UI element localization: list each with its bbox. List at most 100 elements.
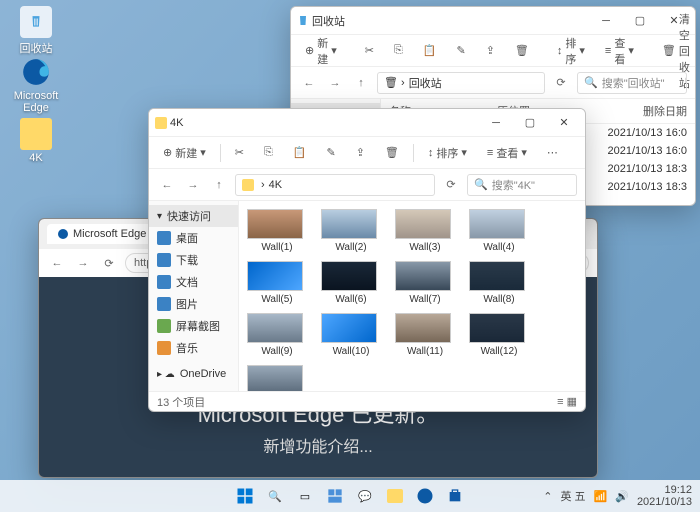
statusbar: 13 个项目 ≡ ▦ [149,391,585,411]
refresh-icon[interactable]: ⟳ [99,253,119,273]
paste-icon[interactable]: 📋 [287,143,313,162]
edge-tab-label: Microsoft Edge [73,228,146,240]
thumbnail-image [395,313,451,343]
thumbnail[interactable]: Wall(13) [247,365,307,391]
forward-icon[interactable]: → [325,73,345,93]
clock[interactable]: 19:12 2021/10/13 [637,484,692,508]
desktop-icon-label: Microsoft Edge [14,90,59,114]
thumbnail[interactable]: Wall(4) [469,209,529,253]
titlebar[interactable]: 4K ─ ▢ ✕ [149,109,585,137]
rename-icon[interactable]: ✎ [320,143,341,162]
refresh-icon[interactable]: ⟳ [441,175,461,195]
sidebar-quick[interactable]: ▾ 快速访问 [149,205,238,227]
up-icon[interactable]: ↑ [351,73,371,93]
thumbnail-image [321,313,377,343]
sidebar-item[interactable]: 图片 [149,293,238,315]
thumbnail[interactable]: Wall(8) [469,261,529,305]
desktop-icon-edge[interactable]: Microsoft Edge [6,56,66,114]
thumbnail[interactable]: Wall(3) [395,209,455,253]
view-button[interactable]: ≡ 查看 ▾ [481,142,533,164]
new-button[interactable]: ⊕ 新建 ▾ [157,142,212,164]
breadcrumb[interactable]: 🗑 › 回收站 [377,72,545,94]
sidebar-onedrive[interactable]: ▸ ☁ OneDrive [149,365,238,383]
sidebar-item[interactable]: 音乐 [149,337,238,359]
sidebar-item[interactable]: 屏幕截图 [149,315,238,337]
up-icon[interactable]: ↑ [209,175,229,195]
taskview-icon[interactable]: ▭ [292,483,318,509]
ime-indicator[interactable]: 英 五 [560,488,585,504]
more-button[interactable]: ⋯ [541,143,564,162]
copy-icon[interactable]: ⎘ [388,41,409,60]
sort-button[interactable]: ↕ 排序 ▾ [551,32,591,70]
forward-icon[interactable]: → [73,253,93,273]
thumbnail[interactable]: Wall(9) [247,313,307,357]
share-icon[interactable]: ⇪ [480,41,501,60]
edge-icon[interactable] [412,483,438,509]
search-icon[interactable]: 🔍 [262,483,288,509]
clock-time: 19:12 [637,484,692,496]
new-button[interactable]: ⊕ 新建 ▾ [299,32,343,70]
thumbnail[interactable]: Wall(2) [321,209,381,253]
thumbnail-label: Wall(2) [321,242,381,253]
thumbnail[interactable]: Wall(7) [395,261,455,305]
addressbar: ← → ↑ 🗑 › 回收站 ⟳ 🔍 搜索"回收站" [291,67,695,99]
minimize-button[interactable]: ─ [591,9,621,33]
desktop-icon-recycle[interactable]: 回收站 [6,6,66,56]
search-input[interactable]: 🔍 搜索"4K" [467,174,577,196]
forward-icon[interactable]: → [183,175,203,195]
thumbnail[interactable]: Wall(10) [321,313,381,357]
desktop-icon-4k[interactable]: 4K [6,118,66,164]
minimize-button[interactable]: ─ [481,111,511,135]
refresh-icon[interactable]: ⟳ [551,73,571,93]
delete-icon[interactable]: 🗑 [509,41,535,60]
delete-icon[interactable]: 🗑 [379,143,405,162]
taskbar-center: 🔍 ▭ 💬 [232,483,468,509]
sidebar-item[interactable]: 下载 [149,249,238,271]
volume-icon[interactable]: 🔊 [615,490,629,503]
breadcrumb[interactable]: › 4K [235,174,435,196]
start-button[interactable] [232,483,258,509]
chat-icon[interactable]: 💬 [352,483,378,509]
explorer-icon[interactable] [382,483,408,509]
maximize-button[interactable]: ▢ [515,111,545,135]
thumbnail[interactable]: Wall(5) [247,261,307,305]
wifi-icon[interactable]: 📶 [594,490,608,503]
window-title: 4K [170,117,481,129]
addressbar: ← → ↑ › 4K ⟳ 🔍 搜索"4K" [149,169,585,201]
titlebar[interactable]: 回收站 ─ ▢ ✕ [291,7,695,35]
sidebar-item[interactable]: 桌面 [149,227,238,249]
clock-date: 2021/10/13 [637,496,692,508]
thumbnail-label: Wall(4) [469,242,529,253]
share-icon[interactable]: ⇪ [350,143,371,162]
thumbnail-image [321,261,377,291]
thumbnail[interactable]: Wall(12) [469,313,529,357]
paste-icon[interactable]: 📋 [417,41,443,60]
copy-icon[interactable]: ⎘ [258,143,279,162]
close-button[interactable]: ✕ [549,111,579,135]
rename-icon[interactable]: ✎ [450,41,471,60]
tray-chevron-icon[interactable]: ⌃ [543,490,552,503]
back-icon[interactable]: ← [299,73,319,93]
sidebar-item[interactable]: 文档 [149,271,238,293]
thumbnail-label: Wall(1) [247,242,307,253]
thumbnail-image [247,261,303,291]
thumbnail[interactable]: Wall(11) [395,313,455,357]
thumbnail[interactable]: Wall(6) [321,261,381,305]
sort-button[interactable]: ↕ 排序 ▾ [422,142,473,164]
widgets-icon[interactable] [322,483,348,509]
cut-icon[interactable]: ✂ [229,143,250,162]
view-button[interactable]: ≡ 查看 ▾ [599,32,640,70]
store-icon[interactable] [442,483,468,509]
system-tray: ⌃ 英 五 📶 🔊 19:12 2021/10/13 [543,484,692,508]
search-input[interactable]: 🔍 搜索"回收站" [577,72,687,94]
col-date[interactable]: 删除日期 [597,103,687,119]
back-icon[interactable]: ← [157,175,177,195]
cut-icon[interactable]: ✂ [359,41,380,60]
thumbnail-image [247,209,303,239]
view-toggle[interactable]: ≡ ▦ [557,395,577,408]
maximize-button[interactable]: ▢ [625,9,655,33]
thumbnail[interactable]: Wall(1) [247,209,307,253]
back-icon[interactable]: ← [47,253,67,273]
explorer-window: 4K ─ ▢ ✕ ⊕ 新建 ▾ ✂ ⎘ 📋 ✎ ⇪ 🗑 ↕ 排序 ▾ ≡ 查看 … [148,108,586,412]
edge-tab[interactable]: Microsoft Edge [47,224,156,244]
